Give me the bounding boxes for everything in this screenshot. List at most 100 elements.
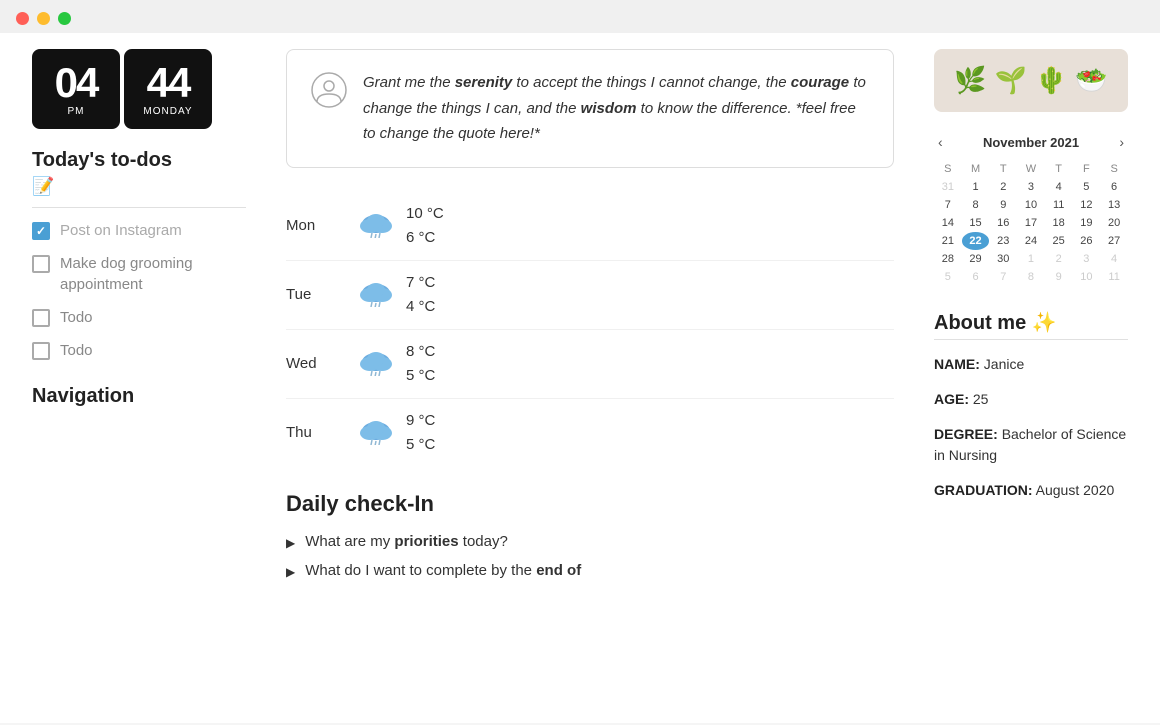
calendar-day[interactable]: 6 <box>962 268 990 286</box>
calendar-day[interactable]: 21 <box>934 232 962 250</box>
about-age-field: AGE: 25 <box>934 389 1128 410</box>
calendar-day[interactable]: 2 <box>1045 250 1073 268</box>
calendar-day[interactable]: 6 <box>1100 178 1128 196</box>
weather-day-thu: Thu <box>286 424 346 441</box>
todo-text-2: Make dog grooming appointment <box>60 253 246 295</box>
calendar-day[interactable]: 7 <box>934 196 962 214</box>
checkin-item-1: ▶ What are my priorities today? <box>286 533 894 550</box>
left-column: 04 PM 44 MONDAY Today's to-dos 📝 Post on… <box>32 49 262 707</box>
calendar-day[interactable]: 27 <box>1100 232 1128 250</box>
calendar-day[interactable]: 9 <box>989 196 1017 214</box>
calendar-day[interactable]: 23 <box>989 232 1017 250</box>
clock-minutes: 44 <box>147 62 190 104</box>
calendar-day[interactable]: 8 <box>1017 268 1045 286</box>
weather-temps-thu: 9 °C 5 °C <box>406 409 435 457</box>
clock-hours-block: 04 PM <box>32 49 120 129</box>
edit-icon[interactable]: 📝 <box>32 176 246 197</box>
todo-checkbox-1[interactable] <box>32 222 50 240</box>
calendar-day[interactable]: 28 <box>934 250 962 268</box>
calendar-day[interactable]: 11 <box>1100 268 1128 286</box>
calendar-day[interactable]: 18 <box>1045 214 1073 232</box>
weather-high-mon: 10 °C <box>406 202 444 226</box>
calendar-day[interactable]: 11 <box>1045 196 1073 214</box>
plant-3: 🌵 <box>1035 65 1067 96</box>
weather-row-wed: Wed 8 °C 5 °C <box>286 330 894 399</box>
calendar-day[interactable]: 4 <box>1045 178 1073 196</box>
calendar-day[interactable]: 31 <box>934 178 962 196</box>
todo-item: Post on Instagram <box>32 220 246 241</box>
calendar-day[interactable]: 14 <box>934 214 962 232</box>
calendar-day[interactable]: 1 <box>1017 250 1045 268</box>
calendar-day[interactable]: 24 <box>1017 232 1045 250</box>
todo-checkbox-4[interactable] <box>32 342 50 360</box>
maximize-button[interactable] <box>58 12 71 25</box>
calendar-day[interactable]: 3 <box>1073 250 1101 268</box>
close-button[interactable] <box>16 12 29 25</box>
calendar-day[interactable]: 26 <box>1073 232 1101 250</box>
plant-1: 🌿 <box>954 65 986 96</box>
calendar-day[interactable]: 9 <box>1045 268 1073 286</box>
calendar-grid: S M T W T F S 31123456789101112131415161… <box>934 160 1128 286</box>
calendar-day[interactable]: 12 <box>1073 196 1101 214</box>
checkin-title: Daily check-In <box>286 491 894 517</box>
calendar-day[interactable]: 2 <box>989 178 1017 196</box>
weather-icon-mon <box>346 206 406 246</box>
calendar-day[interactable]: 5 <box>1073 178 1101 196</box>
calendar-day[interactable]: 10 <box>1017 196 1045 214</box>
calendar-week-row: 31123456 <box>934 178 1128 196</box>
calendar-day[interactable]: 7 <box>989 268 1017 286</box>
calendar-day[interactable]: 1 <box>962 178 990 196</box>
cal-th-w: W <box>1017 160 1045 178</box>
calendar-week-row: 567891011 <box>934 268 1128 286</box>
calendar-day[interactable]: 15 <box>962 214 990 232</box>
weather-high-tue: 7 °C <box>406 271 435 295</box>
plant-4: 🥗 <box>1075 65 1107 96</box>
calendar-day[interactable]: 20 <box>1100 214 1128 232</box>
weather-widget: Mon 10 °C 6 °C <box>286 192 894 467</box>
clock-widget: 04 PM 44 MONDAY <box>32 49 246 129</box>
calendar-day[interactable]: 17 <box>1017 214 1045 232</box>
clock-day: MONDAY <box>143 106 192 117</box>
calendar-day[interactable]: 4 <box>1100 250 1128 268</box>
weather-day-wed: Wed <box>286 355 346 372</box>
todo-checkbox-2[interactable] <box>32 255 50 273</box>
calendar-week-row: 78910111213 <box>934 196 1128 214</box>
about-section: About me ✨ NAME: Janice AGE: 25 DEGREE: … <box>934 310 1128 501</box>
clock-minutes-block: 44 MONDAY <box>124 49 212 129</box>
checkin-arrow-icon-1: ▶ <box>286 536 295 550</box>
weather-day-tue: Tue <box>286 286 346 303</box>
todo-item: Todo <box>32 340 246 361</box>
todos-section: Today's to-dos 📝 Post on Instagram Make … <box>32 149 246 361</box>
calendar-day[interactable]: 22 <box>962 232 990 250</box>
calendar-body: 3112345678910111213141516171819202122232… <box>934 178 1128 286</box>
weather-temps-mon: 10 °C 6 °C <box>406 202 444 250</box>
about-name-field: NAME: Janice <box>934 354 1128 375</box>
weather-icon-wed <box>346 344 406 384</box>
calendar-day[interactable]: 13 <box>1100 196 1128 214</box>
calendar-next-button[interactable]: › <box>1115 132 1128 152</box>
todo-checkbox-3[interactable] <box>32 309 50 327</box>
nav-title: Navigation <box>32 385 246 408</box>
right-column: 🌿 🌱 🌵 🥗 ‹ November 2021 › S M T W T <box>918 49 1128 707</box>
quote-avatar-icon <box>311 72 347 115</box>
calendar-day[interactable]: 8 <box>962 196 990 214</box>
calendar-day[interactable]: 29 <box>962 250 990 268</box>
calendar-day[interactable]: 16 <box>989 214 1017 232</box>
calendar-widget: ‹ November 2021 › S M T W T F S <box>934 132 1128 286</box>
navigation-section: Navigation <box>32 385 246 408</box>
weather-high-thu: 9 °C <box>406 409 435 433</box>
calendar-day[interactable]: 5 <box>934 268 962 286</box>
calendar-day[interactable]: 25 <box>1045 232 1073 250</box>
checkin-arrow-icon-2: ▶ <box>286 565 295 579</box>
calendar-day[interactable]: 3 <box>1017 178 1045 196</box>
weather-low-thu: 5 °C <box>406 433 435 457</box>
calendar-day[interactable]: 10 <box>1073 268 1101 286</box>
calendar-prev-button[interactable]: ‹ <box>934 132 947 152</box>
weather-low-tue: 4 °C <box>406 295 435 319</box>
minimize-button[interactable] <box>37 12 50 25</box>
todos-divider <box>32 207 246 208</box>
cal-th-t: T <box>989 160 1017 178</box>
calendar-day[interactable]: 19 <box>1073 214 1101 232</box>
calendar-day[interactable]: 30 <box>989 250 1017 268</box>
calendar-month-label: November 2021 <box>983 135 1079 150</box>
